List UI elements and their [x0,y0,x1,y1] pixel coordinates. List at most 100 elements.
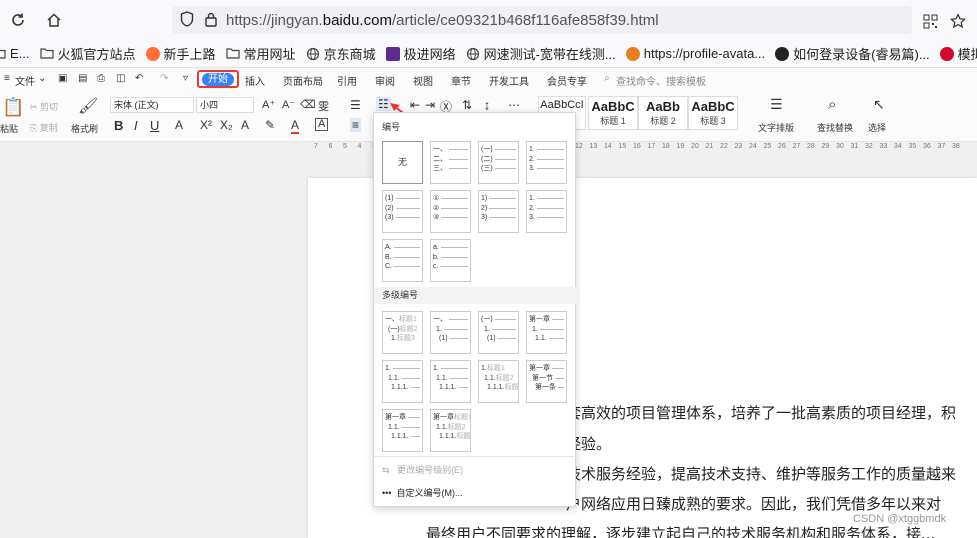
bookmark-item[interactable]: 京东商城 [306,44,376,63]
tab-start[interactable]: 开始 [197,70,239,88]
numbering-style-tile[interactable]: (一) (二) (三) [478,141,519,184]
bookmark-item[interactable]: https://profile-avata... [625,46,765,61]
numbering-style-tile[interactable]: 1. 2. 3. [526,141,567,184]
star-icon[interactable] [948,11,968,31]
clear-format-icon[interactable]: ⌫ [300,98,316,111]
more-icon[interactable]: ▿ [183,73,188,84]
numbering-style-tile[interactable]: 1. 2. 3. [526,190,567,233]
font-color-icon[interactable]: A [291,118,300,134]
multilevel-style-tile[interactable]: 第一章 1.1. 1.1.1. [382,409,423,452]
tile-number-label: 1.1. [388,423,400,431]
format-painter-icon[interactable]: 🖌 [78,96,98,116]
numbering-style-tile[interactable]: 1) 2) 3) [478,190,519,233]
bookmark-item[interactable]: 常用网址 [225,44,296,63]
copy-button[interactable]: ⎘ 复制 [30,121,58,134]
print-icon[interactable]: ⎙ [97,73,105,84]
multilevel-style-tile[interactable]: 1. 1.1. 1.1.1. [382,360,423,403]
numbering-style-tile[interactable]: 一、 二、 三、 [430,141,471,184]
bookmark-item[interactable]: 网速测试-宽带在线测... [466,44,616,63]
underline-icon[interactable]: U [150,118,159,133]
bookmark-item[interactable]: E... [0,46,30,61]
format-painter-label[interactable]: 格式刷 [71,122,98,135]
style-heading-3-label: 标题 3 [700,116,726,126]
multilevel-style-tile[interactable]: 1.标题11.1.标题21.1.1.标题3 [478,360,519,403]
tab-view[interactable]: 视图 [413,73,433,88]
change-level-item[interactable]: ⇆ 更改编号级别(E) [382,463,463,476]
multilevel-style-tile[interactable]: 第一章 第一节 第一条 [526,360,567,403]
print-preview-icon[interactable]: ◫ [116,73,125,84]
numbering-style-tile[interactable]: a. b. c. [430,239,471,282]
tile-row: 1. [481,325,516,335]
bookmark-item[interactable]: 新手上路 [145,44,216,63]
numbering-style-tile[interactable]: (1) (2) (3) [382,190,423,233]
line-spacing-icon[interactable]: ↨ [484,98,490,112]
multilevel-style-tile[interactable]: 1. 1.1. 1.1.1. [430,360,471,403]
style-heading-1[interactable]: AaBbC 标题 1 [588,96,638,130]
bookmark-item[interactable]: 模拟器 [939,44,977,63]
italic-icon[interactable]: I [134,118,138,133]
font-family-select[interactable]: 宋体 (正文) [110,97,194,113]
font-size-select[interactable]: 小四 [196,97,254,113]
home-icon[interactable] [44,10,64,30]
bold-icon[interactable]: B [114,118,123,133]
undo-icon[interactable]: ↶ [135,73,143,84]
multilevel-style-tile[interactable]: 第一章 1. 1.1. [526,311,567,354]
grow-font-icon[interactable]: A⁺ [262,98,275,111]
tab-developer[interactable]: 开发工具 [489,73,529,88]
reload-icon[interactable] [8,10,28,30]
show-marks-icon[interactable]: ⋯ [508,98,520,112]
tile-number-label: a. [433,244,439,252]
qr-code-icon[interactable] [920,11,940,31]
tile-row: ① [433,194,468,204]
cursor-icon[interactable]: ↖ [873,96,885,113]
hamburger-icon[interactable]: ≡ [4,73,10,84]
style-heading-3[interactable]: AaBbC 标题 3 [688,96,738,130]
paste-icon[interactable]: 📋 [2,97,24,118]
address-bar[interactable]: https://jingyan.baidu.com/article/ce0932… [172,6,912,34]
subscript-icon[interactable]: X₂ [220,118,233,132]
bookmark-item[interactable]: 火狐官方站点 [39,44,136,63]
multilevel-style-tile[interactable]: 一、 标题1 (一) 标题2 1. 标题3 [382,311,423,354]
tab-chapter[interactable]: 章节 [451,73,471,88]
bullets-icon[interactable]: ☰ [350,98,361,112]
superscript-icon[interactable]: X² [200,118,212,132]
tab-vip[interactable]: 会员专享 [547,73,587,88]
phonetic-icon[interactable]: 雯 [318,98,329,114]
save-icon[interactable]: ▣ [58,73,67,84]
strikethrough-icon[interactable]: A [175,118,183,132]
text-layout-icon[interactable]: ☰ [770,96,783,113]
bookmark-item[interactable]: 极进网络 [385,44,456,63]
shrink-font-icon[interactable]: A⁻ [282,98,295,111]
multilevel-style-tile[interactable]: 第一章标题11.1.标题21.1.1.标题3 [430,409,471,452]
text-effect-icon[interactable]: A [241,118,249,132]
redo-icon[interactable]: ↷ [160,73,168,84]
numbering-none-tile[interactable]: 无 [382,141,423,184]
export-icon[interactable]: ▤ [78,73,87,84]
style-heading-2[interactable]: AaBb 标题 2 [638,96,688,130]
align-left-icon[interactable]: ≡ [350,118,362,132]
sort-icon[interactable]: ⇅ [462,98,472,112]
chevron-down-icon[interactable]: ⌄ [38,73,46,84]
paste-label[interactable]: 粘贴 [0,122,18,135]
custom-numbering-item[interactable]: ••• 自定义编号(M)... [382,486,462,499]
tile-number-label: A. [385,244,392,252]
text-layout-label[interactable]: 文字排版 [758,121,794,134]
ruijie-icon [775,46,790,61]
cut-button[interactable]: ✂ 剪切 [30,100,58,113]
numbering-style-tile[interactable]: ①② ③ [430,190,471,233]
command-search-input[interactable]: 查找命令、搜索模板 [616,73,706,88]
multilevel-style-tile[interactable]: (一) 1. (1) [478,311,519,354]
bookmark-item[interactable]: 如何登录设备(睿易篇)... [775,44,930,63]
menu-file[interactable]: 文件 [15,73,35,88]
multilevel-style-tile[interactable]: 一、 1. (1) [430,311,471,354]
tab-page-layout[interactable]: 页面布局 [283,73,323,88]
highlight-icon[interactable]: ✎ [265,118,275,132]
tab-insert[interactable]: 插入 [245,73,265,88]
numbering-style-tile[interactable]: A. B. C. [382,239,423,282]
tab-review[interactable]: 审阅 [375,73,395,88]
find-icon[interactable]: ⌕ [828,96,836,113]
char-border-icon[interactable]: A [315,118,329,131]
tab-reference[interactable]: 引用 [337,73,357,88]
find-replace-label[interactable]: 查找替换 [817,121,853,134]
select-label[interactable]: 选择 [868,121,886,134]
